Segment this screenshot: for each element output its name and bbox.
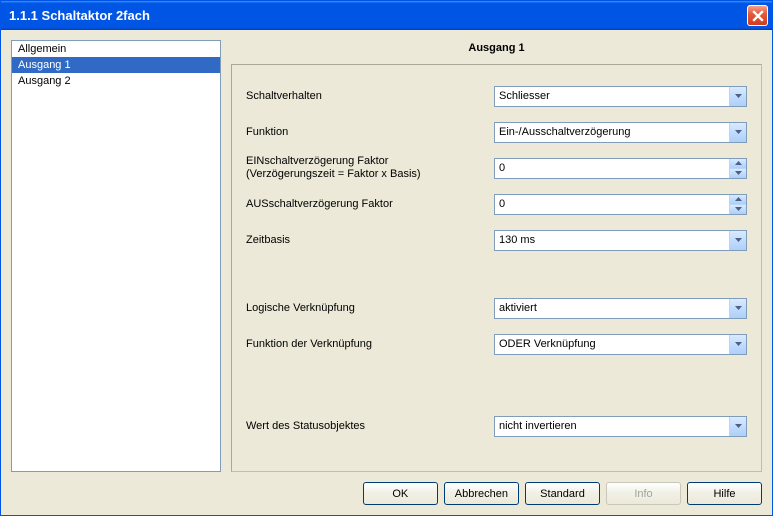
spinner-down[interactable] [730, 205, 746, 214]
form-control: Ein-/Ausschaltverzögerung [494, 122, 747, 143]
dialog-window: 1.1.1 Schaltaktor 2fach AllgemeinAusgang… [0, 0, 773, 516]
form-label: Schaltverhalten [246, 90, 494, 103]
titlebar: 1.1.1 Schaltaktor 2fach [1, 1, 772, 30]
help-label: Hilfe [713, 488, 735, 500]
button-row: OK Abbrechen Standard Info Hilfe [11, 472, 762, 505]
spinner-down[interactable] [730, 169, 746, 178]
sidebar-item[interactable]: Ausgang 2 [12, 73, 220, 89]
chevron-down-icon[interactable] [729, 335, 746, 354]
combobox[interactable]: 130 ms [494, 230, 747, 251]
form-label: Funktion der Verknüpfung [246, 338, 494, 351]
cancel-button[interactable]: Abbrechen [444, 482, 519, 505]
form-row: SchaltverhaltenSchliesser [246, 83, 747, 109]
spinner-up[interactable] [730, 195, 746, 205]
spinner-buttons [729, 159, 746, 178]
content-panel: SchaltverhaltenSchliesser FunktionEin-/Au… [231, 64, 762, 472]
chevron-down-icon[interactable] [729, 417, 746, 436]
main-area: AllgemeinAusgang 1Ausgang 2 Ausgang 1 Sc… [11, 40, 762, 472]
form-label: Wert des Statusobjektes [246, 420, 494, 433]
form-row: Funktion der VerknüpfungODER Verknüpfung [246, 331, 747, 357]
chevron-down-icon[interactable] [729, 87, 746, 106]
form-label: EINschaltverzögerung Faktor(Verzögerungs… [246, 155, 494, 181]
combo-value: Ein-/Ausschaltverzögerung [495, 126, 729, 138]
form-row: Zeitbasis130 ms [246, 227, 747, 253]
form-control: 0 [494, 194, 747, 215]
form-control: 130 ms [494, 230, 747, 251]
info-label: Info [634, 488, 652, 500]
form-control: ODER Verknüpfung [494, 334, 747, 355]
standard-label: Standard [540, 488, 585, 500]
ok-label: OK [392, 488, 408, 500]
form-label: Logische Verknüpfung [246, 302, 494, 315]
combo-value: ODER Verknüpfung [495, 338, 729, 350]
standard-button[interactable]: Standard [525, 482, 600, 505]
form-row: Logische Verknüpfungaktiviert [246, 295, 747, 321]
client-area: AllgemeinAusgang 1Ausgang 2 Ausgang 1 Sc… [1, 30, 772, 515]
spinner-up[interactable] [730, 159, 746, 169]
form-label: AUSschaltverzögerung Faktor [246, 198, 494, 211]
combobox[interactable]: Ein-/Ausschaltverzögerung [494, 122, 747, 143]
form-row: FunktionEin-/Ausschaltverzögerung [246, 119, 747, 145]
form-control: 0 [494, 158, 747, 179]
combobox[interactable]: ODER Verknüpfung [494, 334, 747, 355]
info-button: Info [606, 482, 681, 505]
spinner-value: 0 [495, 162, 729, 174]
chevron-down-icon[interactable] [729, 123, 746, 142]
close-button[interactable] [747, 5, 768, 26]
sidebar-item[interactable]: Allgemein [12, 41, 220, 57]
chevron-down-icon[interactable] [729, 299, 746, 318]
combo-value: Schliesser [495, 90, 729, 102]
combobox[interactable]: Schliesser [494, 86, 747, 107]
ok-button[interactable]: OK [363, 482, 438, 505]
form-control: Schliesser [494, 86, 747, 107]
help-button[interactable]: Hilfe [687, 482, 762, 505]
combo-value: aktiviert [495, 302, 729, 314]
form-control: nicht invertieren [494, 416, 747, 437]
form-label: Zeitbasis [246, 234, 494, 247]
content: Ausgang 1 SchaltverhaltenSchliesser Funkt… [231, 40, 762, 472]
spinner-buttons [729, 195, 746, 214]
cancel-label: Abbrechen [455, 488, 508, 500]
form-row: AUSschaltverzögerung Faktor0 [246, 191, 747, 217]
form-control: aktiviert [494, 298, 747, 319]
content-title: Ausgang 1 [231, 40, 762, 64]
window-title: 1.1.1 Schaltaktor 2fach [9, 8, 150, 23]
combo-value: nicht invertieren [495, 420, 729, 432]
form-row: EINschaltverzögerung Faktor(Verzögerungs… [246, 155, 747, 181]
spinner-value: 0 [495, 198, 729, 210]
form-label: Funktion [246, 126, 494, 139]
chevron-down-icon[interactable] [729, 231, 746, 250]
spinner[interactable]: 0 [494, 158, 747, 179]
sidebar[interactable]: AllgemeinAusgang 1Ausgang 2 [11, 40, 221, 472]
combo-value: 130 ms [495, 234, 729, 246]
close-icon [752, 10, 764, 22]
sidebar-item[interactable]: Ausgang 1 [12, 57, 220, 73]
combobox[interactable]: nicht invertieren [494, 416, 747, 437]
spinner[interactable]: 0 [494, 194, 747, 215]
combobox[interactable]: aktiviert [494, 298, 747, 319]
form-row: Wert des Statusobjektesnicht invertieren [246, 413, 747, 439]
